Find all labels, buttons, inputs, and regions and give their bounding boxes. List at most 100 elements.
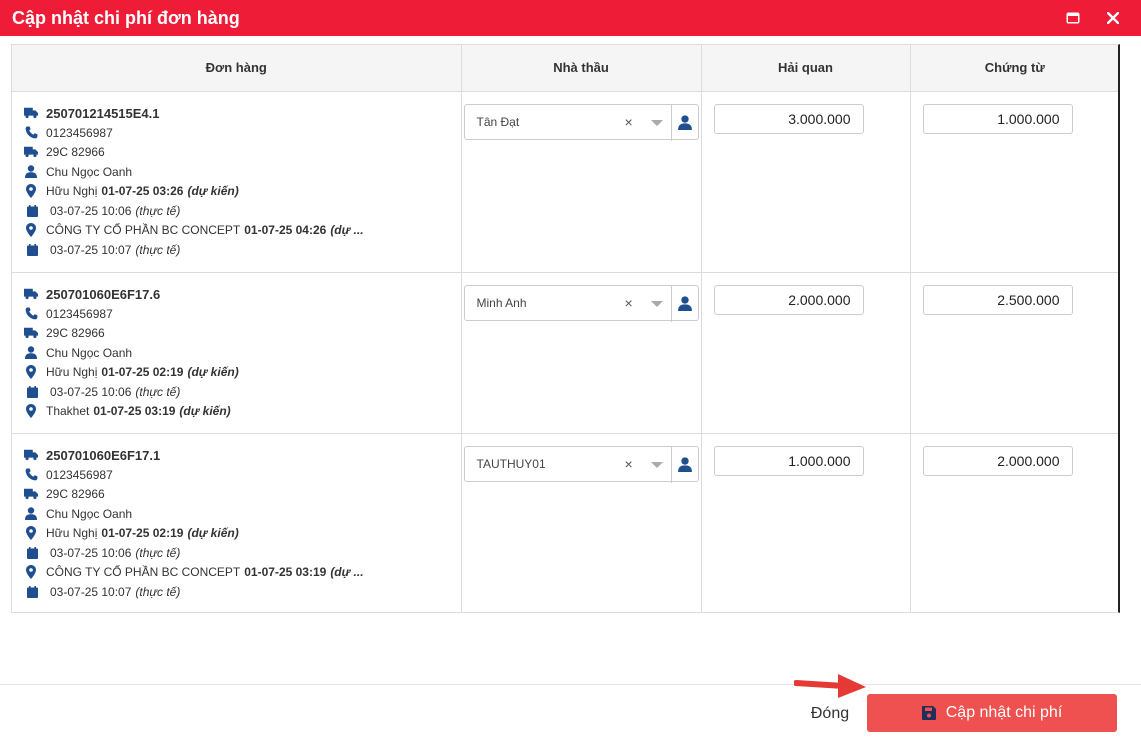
map-marker-icon — [24, 223, 38, 238]
phone-number: 0123456987 — [46, 125, 113, 140]
truck-icon — [24, 448, 38, 462]
restore-window-icon[interactable] — [1065, 10, 1081, 26]
stop-place: Hữu Nghị — [46, 526, 98, 541]
clear-icon[interactable]: × — [625, 295, 633, 311]
documents-input[interactable] — [922, 445, 1073, 476]
map-marker-icon — [24, 526, 38, 541]
order-cell: 250701214515E4.1 0123456987 29C 82966 Ch… — [12, 91, 462, 273]
truck-icon — [24, 106, 38, 120]
documents-cell — [910, 91, 1118, 273]
user-icon — [24, 507, 38, 521]
documents-cell — [910, 272, 1118, 434]
documents-input[interactable] — [922, 103, 1073, 134]
header-customs: Hải quan — [701, 45, 911, 92]
chevron-down-icon[interactable] — [650, 300, 663, 307]
clear-icon[interactable]: × — [625, 114, 633, 130]
planned-time: 01-07-25 04:26 — [244, 223, 327, 238]
planned-time: 01-07-25 02:19 — [101, 365, 184, 380]
update-cost-button[interactable]: Cập nhật chi phí — [867, 694, 1117, 732]
table-header-row: Đơn hàng Nhà thầu Hải quan Chứng từ — [12, 45, 1118, 92]
planned-time: 01-07-25 03:19 — [93, 404, 176, 419]
contractor-value: Tân Đạt — [476, 114, 520, 129]
stop-place: CÔNG TY CỔ PHẦN BC CONCEPT — [46, 565, 241, 580]
phone-number: 0123456987 — [46, 467, 113, 482]
phone-icon — [24, 468, 38, 482]
close-button[interactable]: Đóng — [800, 700, 860, 728]
dialog-title: Cập nhật chi phí đơn hàng — [12, 7, 240, 28]
save-icon — [921, 706, 936, 720]
truck-icon — [24, 145, 38, 159]
contractor-select[interactable]: Tân Đạt × — [463, 103, 699, 141]
actual-note: (thực tế) — [135, 242, 181, 257]
stop-place: Hữu Nghị — [46, 184, 98, 199]
map-marker-icon — [24, 184, 38, 199]
driver-name: Chu Ngọc Oanh — [46, 506, 133, 521]
clear-icon[interactable]: × — [625, 456, 633, 472]
truck-icon — [24, 287, 38, 301]
user-icon[interactable] — [670, 285, 698, 322]
order-cell: 250701060E6F17.6 0123456987 29C 82966 Ch… — [12, 272, 462, 434]
calendar-icon — [25, 546, 39, 560]
license-plate: 29C 82966 — [46, 326, 105, 341]
contractor-select[interactable]: Minh Anh × — [463, 284, 699, 322]
planned-note: (dự ... — [330, 223, 364, 238]
actual-note: (thực tế) — [135, 584, 181, 599]
contractor-select[interactable]: TAUTHUY01 × — [463, 445, 699, 483]
documents-cell — [910, 433, 1118, 612]
user-icon[interactable] — [670, 104, 698, 141]
phone-number: 0123456987 — [46, 306, 113, 321]
actual-time: 03-07-25 10:07 — [50, 242, 132, 257]
contractor-cell: Tân Đạt × — [461, 91, 702, 273]
order-code: 250701214515E4.1 — [46, 105, 160, 121]
truck-icon — [24, 326, 38, 340]
customs-cell — [701, 91, 911, 273]
actual-time: 03-07-25 10:06 — [50, 384, 132, 399]
license-plate: 29C 82966 — [46, 487, 105, 502]
chevron-down-icon[interactable] — [650, 119, 663, 126]
footer-divider — [0, 684, 1141, 685]
documents-input[interactable] — [922, 284, 1073, 315]
customs-input[interactable] — [713, 103, 864, 134]
calendar-icon — [25, 585, 39, 599]
pointer-arrow-icon — [794, 674, 866, 698]
driver-name: Chu Ngọc Oanh — [46, 345, 133, 360]
map-marker-icon — [24, 404, 38, 419]
customs-input[interactable] — [713, 284, 864, 315]
planned-note: (dự kiến) — [179, 404, 231, 419]
cost-table: Đơn hàng Nhà thầu Hải quan Chứng từ 2507… — [11, 44, 1120, 613]
actual-note: (thực tế) — [135, 545, 181, 560]
dialog-titlebar: Cập nhật chi phí đơn hàng — [0, 0, 1141, 36]
order-code: 250701060E6F17.6 — [46, 286, 161, 302]
contractor-cell: Minh Anh × — [461, 272, 702, 434]
calendar-icon — [25, 204, 39, 218]
driver-name: Chu Ngọc Oanh — [46, 164, 133, 179]
planned-time: 01-07-25 02:19 — [101, 526, 184, 541]
header-contractor: Nhà thầu — [461, 45, 702, 92]
user-icon[interactable] — [670, 446, 698, 483]
actual-time: 03-07-25 10:07 — [50, 584, 132, 599]
customs-cell — [701, 272, 911, 434]
user-icon — [24, 165, 38, 179]
chevron-down-icon[interactable] — [650, 461, 663, 468]
phone-icon — [24, 126, 38, 140]
actual-time: 03-07-25 10:06 — [50, 203, 132, 218]
close-icon[interactable] — [1105, 10, 1121, 26]
planned-time: 01-07-25 03:19 — [244, 565, 327, 580]
planned-note: (dự ... — [330, 565, 364, 580]
stop-place: Hữu Nghị — [46, 365, 98, 380]
table-row: 250701060E6F17.1 0123456987 29C 82966 Ch… — [12, 433, 1118, 612]
phone-icon — [24, 307, 38, 321]
order-code: 250701060E6F17.1 — [46, 447, 161, 463]
contractor-cell: TAUTHUY01 × — [461, 433, 702, 612]
map-marker-icon — [24, 565, 38, 580]
actual-note: (thực tế) — [135, 384, 181, 399]
planned-note: (dự kiến) — [187, 365, 239, 380]
customs-input[interactable] — [713, 445, 864, 476]
contractor-value: Minh Anh — [476, 295, 527, 310]
actual-note: (thực tế) — [135, 203, 181, 218]
customs-cell — [701, 433, 911, 612]
truck-icon — [24, 487, 38, 501]
actual-time: 03-07-25 10:06 — [50, 545, 132, 560]
calendar-icon — [25, 385, 39, 399]
contractor-value: TAUTHUY01 — [476, 456, 546, 471]
